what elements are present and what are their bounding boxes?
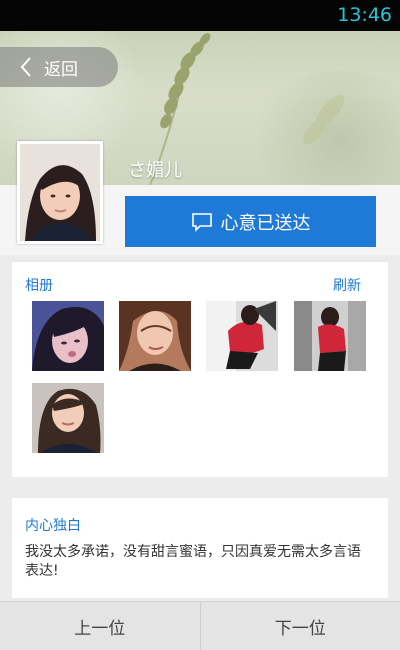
chevron-left-icon (20, 57, 31, 77)
bottom-nav: 上一位 下一位 (0, 601, 400, 650)
next-profile-button[interactable]: 下一位 (201, 602, 400, 650)
back-button[interactable]: 返回 (0, 47, 118, 87)
status-time: 13:46 (337, 4, 392, 26)
album-photo-4[interactable] (294, 301, 366, 371)
send-heart-label: 心意已送达 (220, 212, 311, 234)
refresh-button[interactable]: 刷新 (333, 275, 361, 295)
album-section: 相册 刷新 (12, 262, 388, 477)
album-photo-3[interactable] (206, 301, 278, 371)
status-bar: 13:46 (0, 0, 400, 31)
album-photo-5[interactable] (32, 383, 104, 453)
nickname: さ媚儿 (128, 160, 182, 181)
bio-text: 我没太多承诺，没有甜言蜜语，只因真爱无需太多言语表达! (25, 544, 361, 579)
send-heart-button[interactable]: 心意已送达 (125, 196, 376, 247)
prev-profile-button[interactable]: 上一位 (0, 602, 200, 650)
avatar[interactable] (17, 141, 103, 244)
back-label: 返回 (44, 59, 78, 80)
album-label: 相册 (25, 278, 53, 294)
bio-label: 内心独白 (25, 518, 81, 534)
album-photo-2[interactable] (119, 301, 191, 371)
chat-bubble-icon (191, 212, 212, 232)
album-photo-1[interactable] (32, 301, 104, 371)
inner-monologue-section: 内心独白 我没太多承诺，没有甜言蜜语，只因真爱无需太多言语表达! (12, 498, 388, 598)
